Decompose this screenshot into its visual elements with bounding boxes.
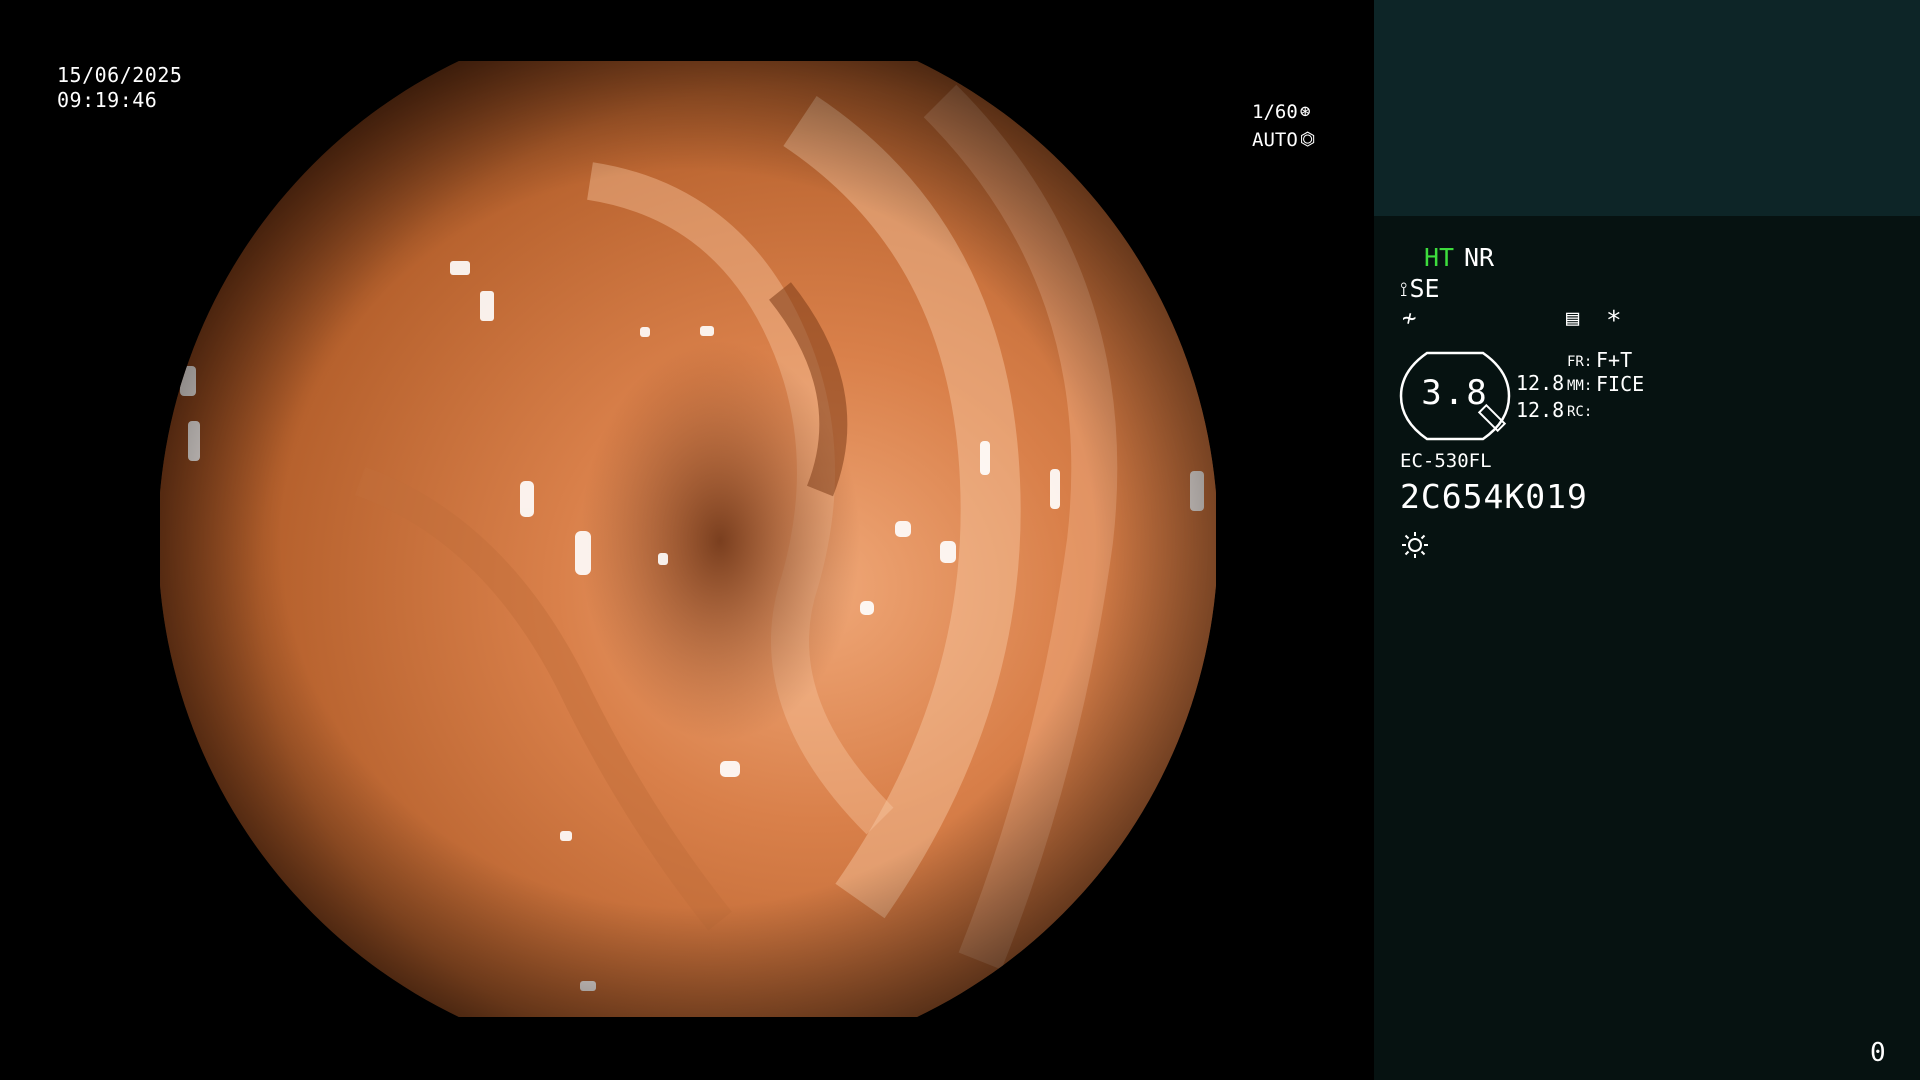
iris-icon: ⏣ [1299, 129, 1316, 150]
exposure-mode: AUTO [1252, 129, 1298, 151]
star-indicator: * [1606, 306, 1622, 336]
zoom-value: 3.8 [1421, 373, 1489, 413]
scope-serial: 2C654K019 [1400, 477, 1588, 516]
settings-list-icon: ▤ [1566, 306, 1580, 331]
zoom-gauge: 3.8 [1399, 351, 1511, 441]
flash-off-icon: ≁ [1402, 304, 1417, 332]
datetime-display: 15/06/2025 09:19:46 [57, 63, 182, 113]
exposure-info: 1/60 ⊛ AUTO ⏣ [1252, 98, 1315, 154]
info-panel: HT NR ⟟ SE ≁ ▤ * 3.8 12.8 12.8 FR: F+T M… [1374, 0, 1920, 1080]
fr-value: F+T [1596, 348, 1633, 372]
video-viewer: 15/06/2025 09:19:46 1/60 ⊛ AUTO ⏣ [0, 0, 1374, 1080]
nr-indicator: NR [1464, 243, 1495, 272]
exposure-row: AUTO ⏣ [1252, 126, 1315, 154]
ht-indicator: HT [1424, 243, 1455, 272]
se-label: SE [1409, 274, 1440, 303]
rc-label: RC: [1567, 404, 1593, 420]
date-text: 15/06/2025 [57, 63, 183, 87]
value-2: 12.8 [1516, 398, 1565, 422]
shutter-row: 1/60 ⊛ [1252, 98, 1315, 126]
light-source-icon [1400, 530, 1430, 560]
scope-model: EC-530FL [1400, 450, 1492, 472]
endoscopic-image [160, 61, 1216, 1017]
shutter-speed: 1/60 [1252, 101, 1298, 123]
value-1: 12.8 [1516, 371, 1565, 395]
se-indicator: ⟟ SE [1400, 274, 1440, 303]
mm-value: FICE [1596, 372, 1645, 396]
panel-header-area [1374, 0, 1920, 216]
fr-label: FR: [1567, 354, 1593, 370]
scope-icon: ⟟ [1400, 276, 1408, 301]
aperture-icon: ⊛ [1299, 101, 1311, 122]
frame-counter: 0 [1870, 1038, 1886, 1068]
tissue-view [160, 61, 1216, 1017]
mm-label: MM: [1567, 378, 1593, 394]
time-text: 09:19:46 [57, 88, 158, 112]
